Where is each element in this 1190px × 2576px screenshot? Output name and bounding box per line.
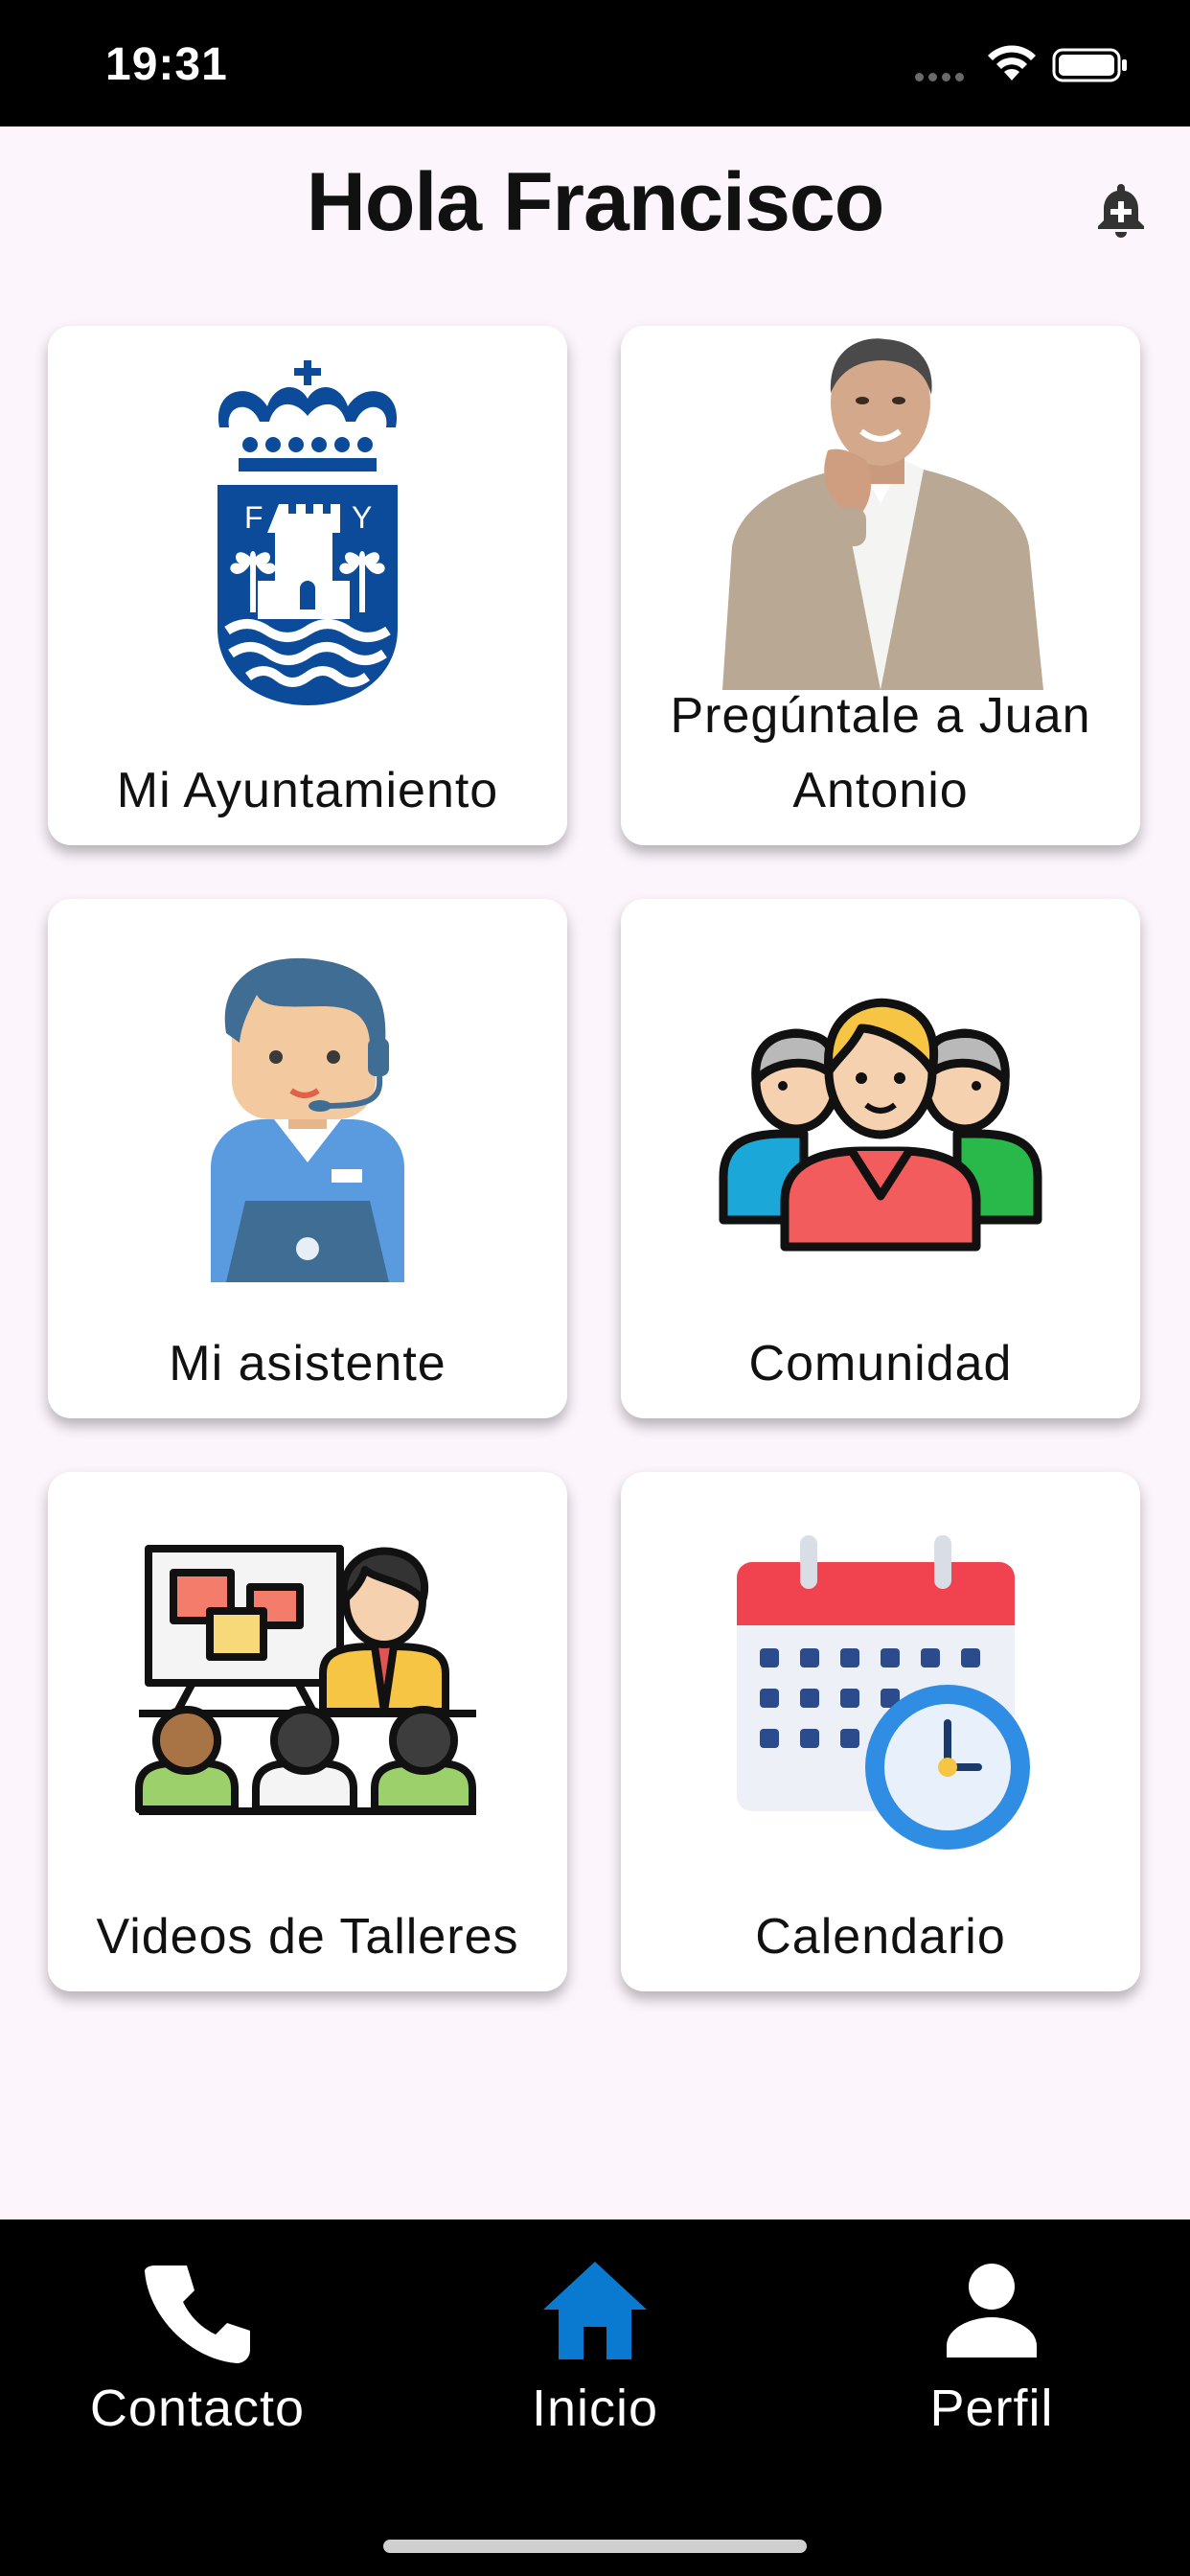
svg-text:F: F bbox=[244, 500, 263, 535]
status-bar: 19:31 bbox=[0, 0, 1190, 126]
signal-icon bbox=[915, 69, 973, 82]
tile-preguntale-juan-antonio[interactable]: Pregúntale a Juan Antonio bbox=[621, 326, 1140, 845]
svg-text:Y: Y bbox=[352, 500, 372, 535]
wifi-icon bbox=[988, 45, 1036, 80]
tile-videos-de-talleres[interactable]: Videos de Talleres bbox=[48, 1472, 567, 1991]
calendar-clock-icon bbox=[621, 1535, 1140, 1850]
portrait-photo bbox=[621, 335, 1140, 690]
support-agent-icon bbox=[48, 956, 567, 1282]
tile-mi-asistente[interactable]: Mi asistente bbox=[48, 899, 567, 1418]
tile-label: Comunidad bbox=[748, 1336, 1013, 1392]
tile-label: Calendario bbox=[755, 1909, 1006, 1965]
community-icon bbox=[621, 990, 1140, 1287]
bottom-navigation: Contacto Inicio Perfil bbox=[0, 2220, 1190, 2576]
tile-mi-ayuntamiento[interactable]: F Y Mi Ayuntamiento bbox=[48, 326, 567, 845]
person-icon bbox=[947, 2264, 1037, 2358]
tile-label: Pregúntale a Juan Antonio bbox=[670, 688, 1091, 818]
page-title: Hola Francisco bbox=[306, 156, 885, 248]
nav-item-perfil[interactable]: Perfil bbox=[848, 2258, 1135, 2450]
notification-add-icon[interactable] bbox=[1090, 178, 1152, 240]
nav-label: Perfil bbox=[929, 2380, 1054, 2437]
status-time: 19:31 bbox=[105, 39, 228, 90]
coat-of-arms-icon: F Y bbox=[48, 360, 567, 705]
home-indicator[interactable] bbox=[383, 2540, 807, 2553]
home-icon bbox=[543, 2262, 647, 2359]
tile-label: Mi asistente bbox=[169, 1336, 446, 1392]
workshop-icon bbox=[48, 1530, 567, 1827]
phone-icon bbox=[145, 2266, 250, 2363]
nav-label: Inicio bbox=[531, 2380, 659, 2437]
tile-comunidad[interactable]: Comunidad bbox=[621, 899, 1140, 1418]
tile-calendario[interactable]: Calendario bbox=[621, 1472, 1140, 1991]
nav-item-inicio[interactable]: Inicio bbox=[451, 2258, 739, 2450]
battery-icon bbox=[1052, 48, 1127, 82]
tile-label: Mi Ayuntamiento bbox=[116, 763, 499, 818]
tile-label: Videos de Talleres bbox=[96, 1909, 519, 1965]
nav-label: Contacto bbox=[89, 2380, 306, 2437]
nav-item-contacto[interactable]: Contacto bbox=[54, 2258, 341, 2450]
